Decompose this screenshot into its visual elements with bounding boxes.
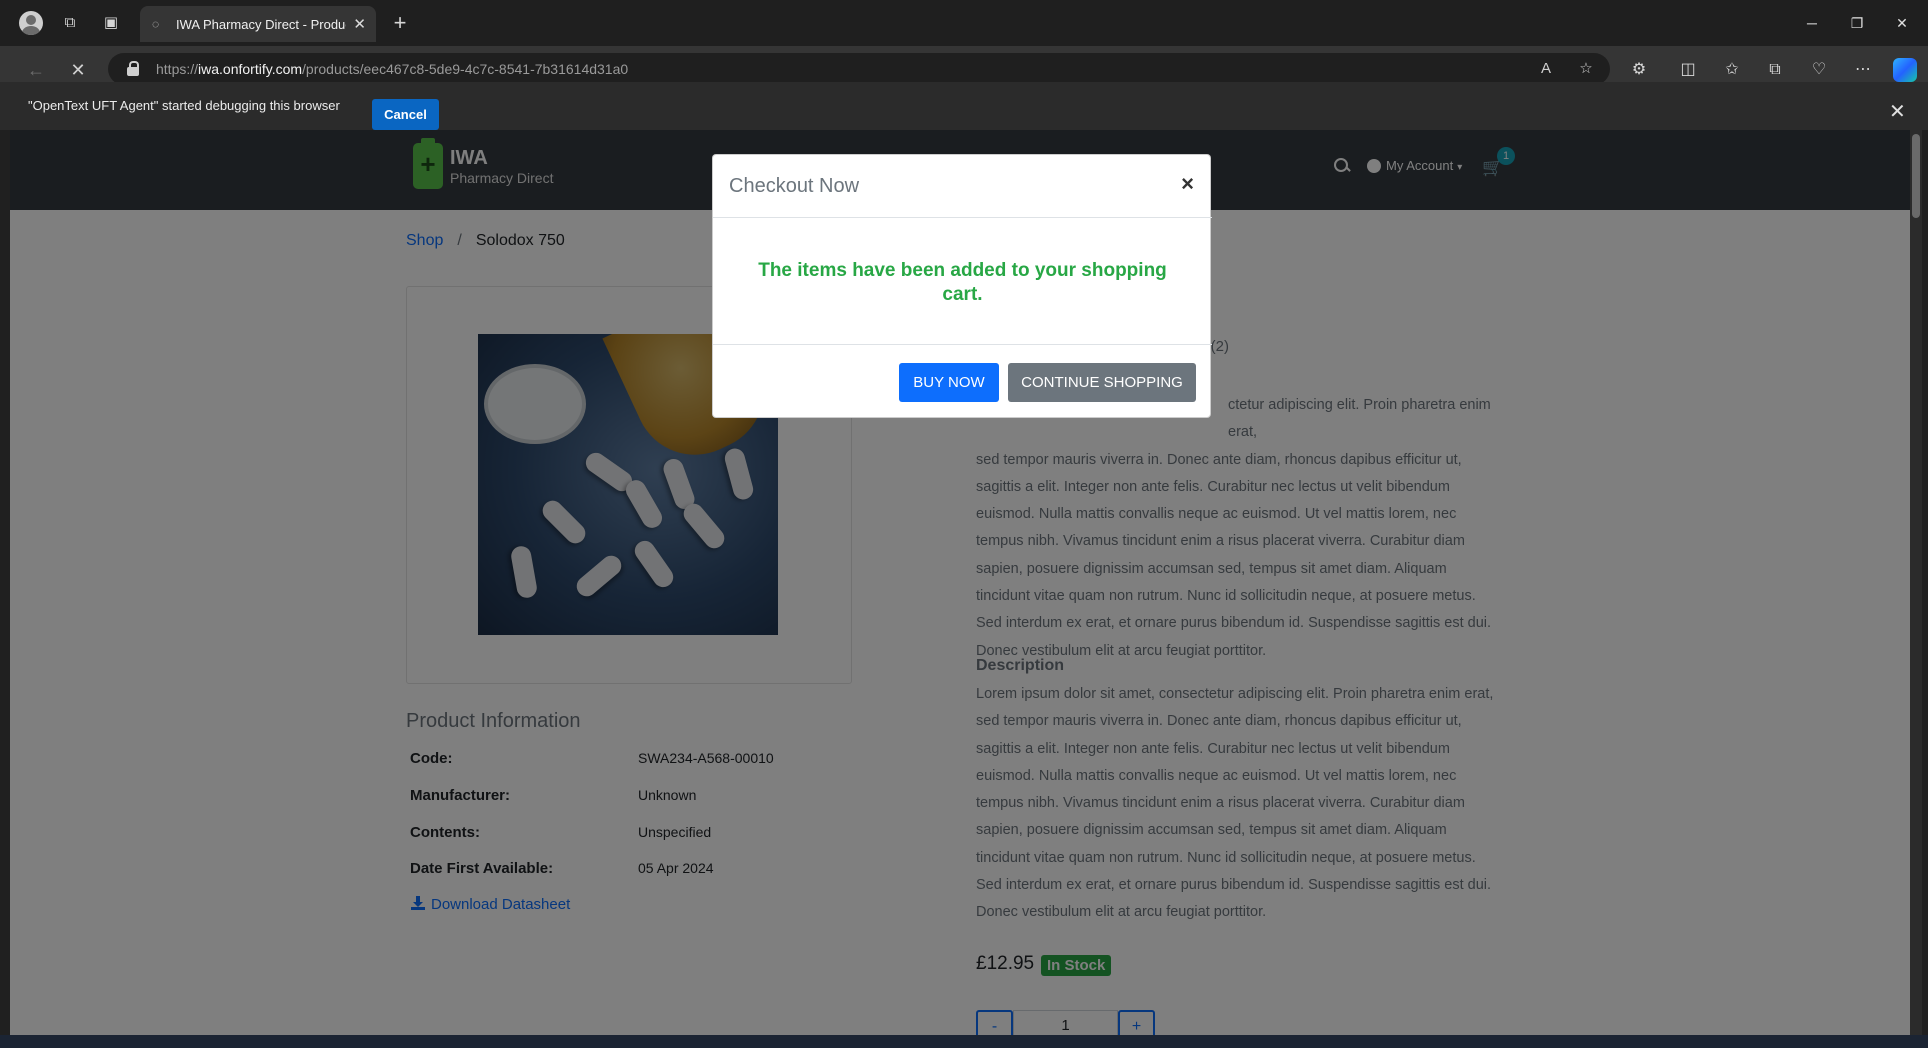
- read-aloud-icon[interactable]: A: [1536, 59, 1556, 79]
- minimize-window-icon[interactable]: ─: [1797, 12, 1827, 34]
- page-scrollbar[interactable]: [1910, 130, 1922, 1035]
- split-screen-icon[interactable]: ◫: [1676, 58, 1700, 82]
- modal-divider: [713, 344, 1212, 345]
- scrollbar-thumb[interactable]: [1912, 134, 1920, 218]
- modal-success-message: The items have been added to your shoppi…: [758, 260, 1167, 305]
- tab-title: IWA Pharmacy Direct - Product :: [176, 17, 346, 32]
- copilot-icon[interactable]: [1893, 58, 1917, 82]
- infobar-cancel-button[interactable]: Cancel: [372, 99, 439, 130]
- close-window-icon[interactable]: ✕: [1887, 12, 1917, 34]
- vertical-tabs-icon[interactable]: ▣: [100, 12, 122, 34]
- infobar-close-icon[interactable]: ✕: [1889, 99, 1906, 124]
- browser-tab-bar: ⧉ ▣ ◌ IWA Pharmacy Direct - Product : ✕ …: [0, 0, 1928, 46]
- collections-icon[interactable]: ⧉: [1763, 58, 1787, 82]
- extensions-icon[interactable]: ⚙: [1627, 58, 1651, 82]
- checkout-modal: Checkout Now × The items have been added…: [712, 154, 1212, 418]
- profile-icon[interactable]: [19, 11, 43, 35]
- tab-close-icon[interactable]: ✕: [353, 15, 366, 33]
- modal-close-icon[interactable]: ×: [1181, 171, 1194, 197]
- browser-tab-active[interactable]: ◌ IWA Pharmacy Direct - Product : ✕: [140, 6, 376, 42]
- back-icon[interactable]: ←: [24, 58, 48, 82]
- stop-loading-icon[interactable]: ✕: [66, 58, 90, 82]
- favorites-icon[interactable]: ✩: [1720, 58, 1744, 82]
- taskbar-strip: [0, 1035, 1928, 1048]
- more-menu-icon[interactable]: ⋯: [1851, 58, 1875, 82]
- restore-window-icon[interactable]: ❐: [1842, 12, 1872, 34]
- debugging-infobar: "OpenText UFT Agent" started debugging t…: [0, 82, 1928, 130]
- modal-title: Checkout Now: [729, 175, 860, 197]
- browser-essentials-icon[interactable]: ♡: [1807, 58, 1831, 82]
- page-viewport: IWA Pharmacy Direct My Account▾ 🛒 1 Shop…: [10, 130, 1910, 1035]
- url-field[interactable]: https://iwa.onfortify.com/products/eec46…: [108, 53, 1610, 85]
- url-text: https://iwa.onfortify.com/products/eec46…: [156, 61, 629, 77]
- infobar-message: "OpenText UFT Agent" started debugging t…: [28, 98, 340, 113]
- modal-divider: [713, 217, 1212, 218]
- favorite-star-icon[interactable]: ☆: [1576, 59, 1596, 79]
- workspaces-icon[interactable]: ⧉: [59, 12, 81, 34]
- buy-now-button[interactable]: BUY NOW: [899, 363, 999, 402]
- lock-icon[interactable]: [126, 61, 140, 77]
- loading-spinner-icon: ◌: [152, 17, 160, 31]
- continue-shopping-button[interactable]: CONTINUE SHOPPING: [1008, 363, 1196, 402]
- new-tab-icon[interactable]: +: [389, 12, 411, 34]
